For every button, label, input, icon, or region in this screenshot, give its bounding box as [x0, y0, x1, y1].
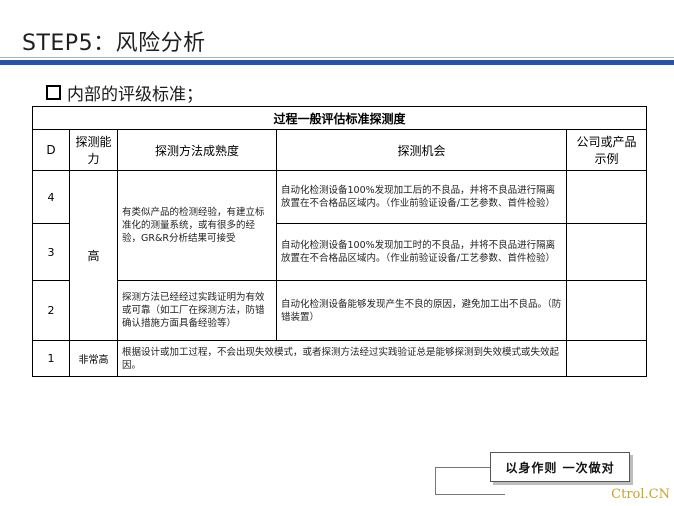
row4-d: 4: [32, 170, 70, 224]
header-d: D: [32, 129, 70, 171]
motto-tag: 以身作则 一次做对: [490, 452, 630, 482]
row3-opportunity: 自动化检测设备100%发现加工时的不良品，并将不良品进行隔离放置在不合格品区域内…: [276, 223, 567, 281]
row1-ability: 非常高: [69, 340, 118, 377]
checkbox-bullet-icon: [46, 85, 61, 100]
title-divider-thin: [0, 57, 674, 58]
table-row: 1 非常高 根据设计或加工过程，不会出现失效模式，或者探测方法经过实践验证总是能…: [32, 340, 647, 377]
row1-example: [566, 340, 647, 377]
header-example: 公司或产品示例: [566, 129, 647, 171]
title-divider-thick: [0, 60, 674, 65]
row1-merged: 根据设计或加工过程，不会出现失效模式，或者探测方法经过实践验证总是能够探测到失效…: [117, 340, 567, 377]
tag-connector-horizontal: [435, 467, 490, 468]
subheading-text: 内部的评级标准；: [67, 85, 203, 105]
subheading: 内部的评级标准；: [46, 80, 203, 105]
row2-example: [566, 280, 647, 341]
row2-d: 2: [32, 280, 70, 341]
table-caption: 过程一般评估标准探测度: [32, 106, 647, 130]
table-row: 4 高 有类似产品的检测经验，有建立标准化的测量系统，或有很多的经验，GR&R分…: [32, 170, 647, 341]
header-opportunity: 探测机会: [276, 129, 567, 171]
detection-criteria-table: 过程一般评估标准探测度 D 探测能力 探测方法成熟度 探测机会 公司或产品示例 …: [32, 106, 647, 377]
footer-watermark: Ctrol.CN: [611, 487, 670, 502]
ability-high: 高: [69, 170, 118, 341]
tag-connector-bottom: [435, 494, 505, 495]
table-caption-row: 过程一般评估标准探测度: [32, 106, 647, 130]
row3-d: 3: [32, 223, 70, 281]
row4-opportunity: 自动化检测设备100%发现加工后的不良品，并将不良品进行隔离放置在不合格品区域内…: [276, 170, 567, 224]
row2-opportunity: 自动化检测设备能够发现产生不良的原因，避免加工出不良品。（防错装置）: [276, 280, 567, 341]
row4-example: [566, 170, 647, 224]
tag-connector-vertical: [435, 467, 436, 495]
row1-d: 1: [32, 340, 70, 377]
slide-title: STEP5：风险分析: [22, 31, 206, 56]
header-method: 探测方法成熟度: [117, 129, 277, 171]
table-row: 2 探测方法已经经过实践证明为有效或可靠（如工厂在探测方法，防错确认措施方面具备…: [32, 280, 647, 341]
row3-example: [566, 223, 647, 281]
row4-method: 有类似产品的检测经验，有建立标准化的测量系统，或有很多的经验，GR&R分析结果可…: [117, 170, 277, 281]
header-ability: 探测能力: [69, 129, 118, 171]
row2-method: 探测方法已经经过实践证明为有效或可靠（如工厂在探测方法，防错确认措施方面具备经验…: [117, 280, 277, 341]
table-header-row: D 探测能力 探测方法成熟度 探测机会 公司或产品示例: [32, 129, 647, 171]
